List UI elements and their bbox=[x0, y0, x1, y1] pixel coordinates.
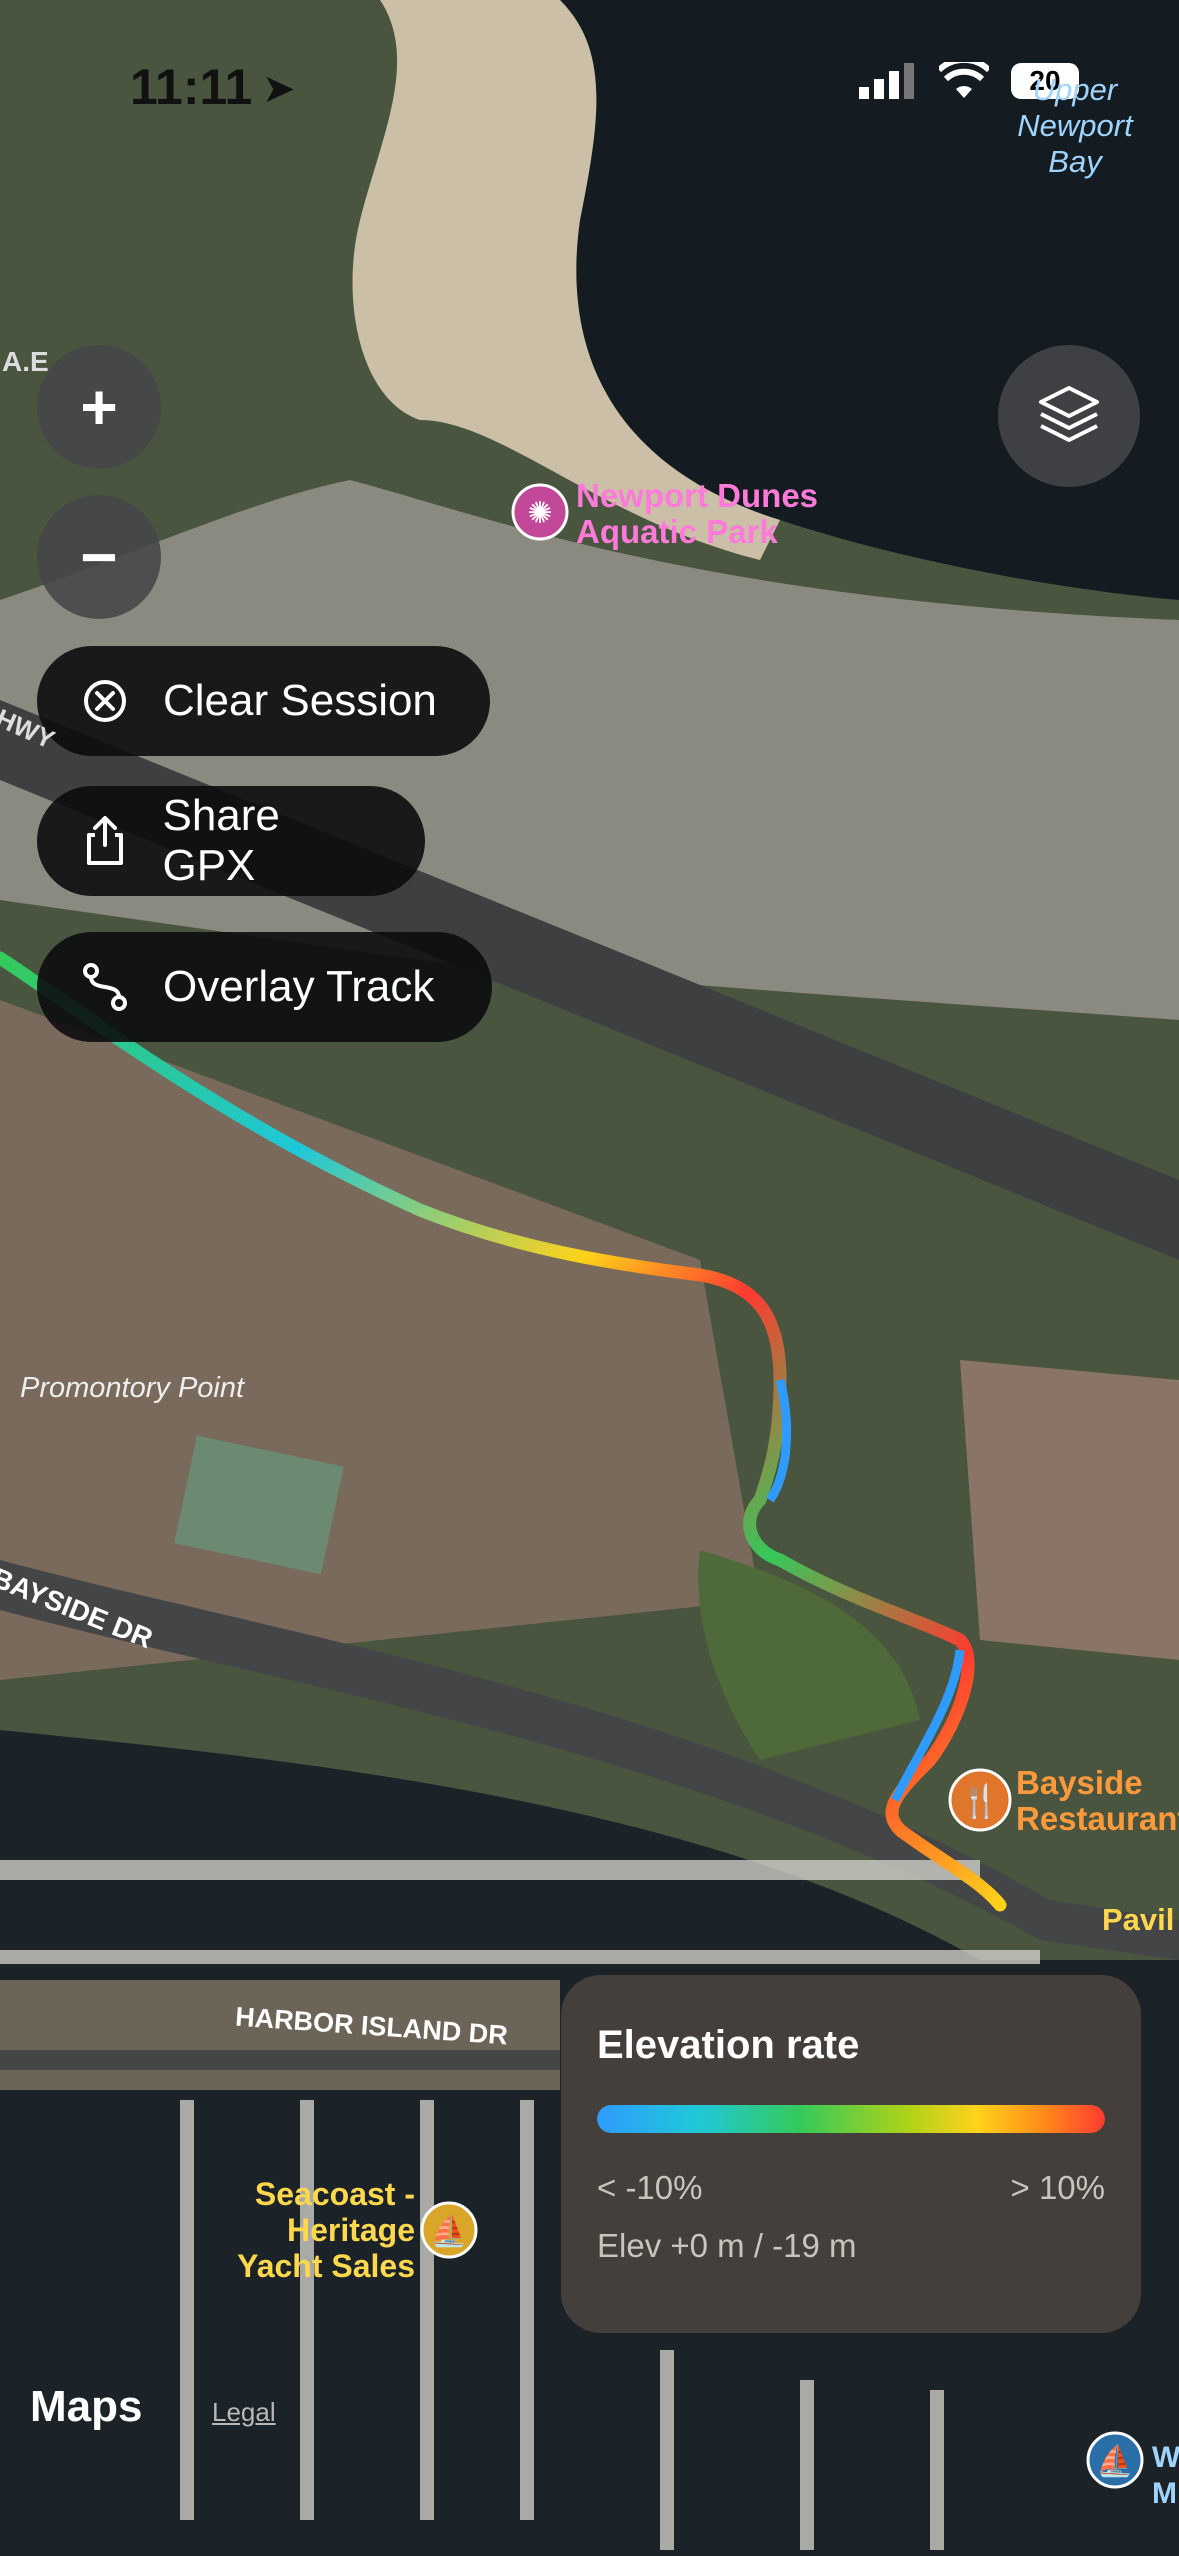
legal-link[interactable]: Legal bbox=[212, 2397, 276, 2428]
ferris-wheel-icon: ✺ bbox=[527, 497, 552, 530]
label-line: W bbox=[1152, 2441, 1179, 2474]
label-line: Aquatic Park bbox=[576, 513, 778, 550]
overlay-track-label: Overlay Track bbox=[163, 962, 435, 1011]
label-line: Newport Dunes bbox=[576, 477, 819, 514]
overlay-track-button[interactable]: Overlay Track bbox=[37, 932, 492, 1042]
label-line: Yacht Sales bbox=[237, 2248, 415, 2284]
label-line: Bayside bbox=[1016, 1764, 1143, 1801]
sailboat-icon: ⛵ bbox=[1096, 2443, 1133, 2478]
label-promontory-point: Promontory Point bbox=[20, 1372, 245, 1404]
plus-icon: + bbox=[80, 371, 118, 443]
wifi-icon bbox=[939, 62, 989, 98]
label-line: Bay bbox=[1048, 144, 1102, 179]
sailboat-icon: ⛵ bbox=[430, 2213, 467, 2248]
status-time: 11:11 bbox=[130, 59, 253, 115]
label-pavil[interactable]: Pavil bbox=[1102, 1902, 1174, 1938]
legend-min-label: < -10% bbox=[597, 2169, 703, 2206]
share-gpx-button[interactable]: Share GPX bbox=[37, 786, 425, 896]
label-line: Upper bbox=[1032, 72, 1118, 107]
zoom-in-button[interactable]: + bbox=[37, 345, 161, 469]
legend-gradient-bar bbox=[597, 2105, 1105, 2133]
map-layers-button[interactable] bbox=[998, 345, 1140, 487]
location-arrow-icon: ➤ bbox=[262, 67, 296, 111]
clear-session-label: Clear Session bbox=[163, 676, 437, 725]
label-line: M bbox=[1152, 2477, 1177, 2510]
route-icon bbox=[77, 959, 133, 1015]
legend-elevation-text: Elev +0 m / -19 m bbox=[597, 2227, 857, 2264]
label-line: Seacoast - bbox=[254, 2176, 415, 2212]
share-icon bbox=[77, 813, 132, 869]
label-upper-newport-bay: Upper Newport Bay bbox=[1000, 72, 1150, 180]
label-bayside-restaurant[interactable]: Bayside Restaurant bbox=[1016, 1765, 1179, 1837]
apple-maps-logo: Maps bbox=[30, 2382, 142, 2432]
layers-icon bbox=[1039, 386, 1099, 442]
legend-max-label: > 10% bbox=[1010, 2169, 1106, 2206]
label-line: Restaurant bbox=[1016, 1800, 1179, 1837]
label-ae: A.E bbox=[2, 346, 49, 377]
elevation-legend: Elevation rate < -10% > 10% Elev +0 m / … bbox=[561, 1975, 1141, 2333]
harbor-island-road bbox=[0, 2050, 560, 2070]
legend-title: Elevation rate bbox=[597, 2023, 860, 2067]
signal-icon bbox=[859, 63, 914, 99]
minus-icon: − bbox=[80, 521, 118, 593]
close-circle-icon bbox=[77, 673, 133, 729]
neighborhood-east bbox=[960, 1360, 1179, 1660]
maps-logo-text: Maps bbox=[30, 2382, 143, 2431]
label-line: Heritage bbox=[286, 2212, 415, 2248]
label-newport-dunes[interactable]: Newport Dunes Aquatic Park bbox=[576, 478, 818, 550]
label-line: Newport bbox=[1017, 108, 1133, 143]
label-w-m: W M bbox=[1152, 2440, 1179, 2512]
share-gpx-label: Share GPX bbox=[162, 791, 280, 890]
zoom-out-button[interactable]: − bbox=[37, 495, 161, 619]
fork-knife-icon: 🍴 bbox=[960, 1783, 1000, 1820]
clear-session-button[interactable]: Clear Session bbox=[37, 646, 490, 756]
label-seacoast-heritage[interactable]: Seacoast - Heritage Yacht Sales bbox=[205, 2176, 415, 2284]
